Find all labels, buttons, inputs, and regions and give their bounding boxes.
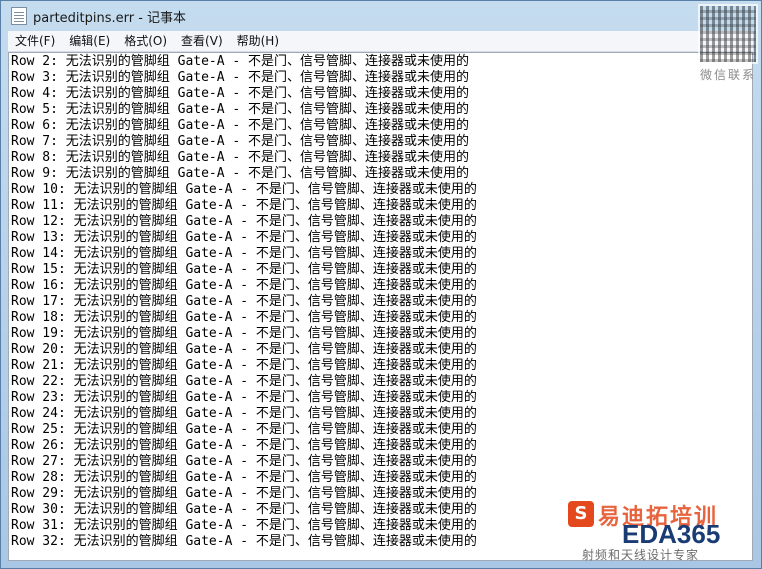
text-line: Row 20: 无法识别的管脚组 Gate-A - 不是门、信号管脚、连接器或未… (11, 342, 477, 357)
text-line: Row 30: 无法识别的管脚组 Gate-A - 不是门、信号管脚、连接器或未… (11, 502, 477, 517)
notepad-window: parteditpins.err - 记事本 文件(F) 编辑(E) 格式(O)… (0, 0, 762, 569)
text-line: Row 13: 无法识别的管脚组 Gate-A - 不是门、信号管脚、连接器或未… (11, 230, 477, 245)
watermark-logo: S 易迪拓培训 EDA365 射频和天线设计专家 (568, 497, 754, 563)
qr-code-icon (698, 4, 758, 64)
text-line: Row 7: 无法识别的管脚组 Gate-A - 不是门、信号管脚、连接器或未使… (11, 134, 470, 149)
text-line: Row 8: 无法识别的管脚组 Gate-A - 不是门、信号管脚、连接器或未使… (11, 150, 470, 165)
text-line: Row 16: 无法识别的管脚组 Gate-A - 不是门、信号管脚、连接器或未… (11, 278, 477, 293)
logo-s-icon: S (568, 501, 594, 527)
watermark-tagline: 射频和天线设计专家 (582, 548, 700, 562)
text-line: Row 28: 无法识别的管脚组 Gate-A - 不是门、信号管脚、连接器或未… (11, 470, 477, 485)
menu-help[interactable]: 帮助(H) (230, 31, 286, 51)
text-line: Row 14: 无法识别的管脚组 Gate-A - 不是门、信号管脚、连接器或未… (11, 246, 477, 261)
text-line: Row 4: 无法识别的管脚组 Gate-A - 不是门、信号管脚、连接器或未使… (11, 86, 470, 101)
text-line: Row 17: 无法识别的管脚组 Gate-A - 不是门、信号管脚、连接器或未… (11, 294, 477, 309)
text-line: Row 18: 无法识别的管脚组 Gate-A - 不是门、信号管脚、连接器或未… (11, 310, 477, 325)
text-line: Row 9: 无法识别的管脚组 Gate-A - 不是门、信号管脚、连接器或未使… (11, 166, 470, 181)
text-line: Row 3: 无法识别的管脚组 Gate-A - 不是门、信号管脚、连接器或未使… (11, 70, 470, 85)
text-line: Row 5: 无法识别的管脚组 Gate-A - 不是门、信号管脚、连接器或未使… (11, 102, 470, 117)
text-line: Row 15: 无法识别的管脚组 Gate-A - 不是门、信号管脚、连接器或未… (11, 262, 477, 277)
text-line: Row 10: 无法识别的管脚组 Gate-A - 不是门、信号管脚、连接器或未… (11, 182, 477, 197)
text-lines: Row 2: 无法识别的管脚组 Gate-A - 不是门、信号管脚、连接器或未使… (11, 54, 477, 550)
text-line: Row 21: 无法识别的管脚组 Gate-A - 不是门、信号管脚、连接器或未… (11, 358, 477, 373)
menu-view[interactable]: 查看(V) (174, 31, 230, 51)
text-line: Row 11: 无法识别的管脚组 Gate-A - 不是门、信号管脚、连接器或未… (11, 198, 477, 213)
text-line: Row 2: 无法识别的管脚组 Gate-A - 不是门、信号管脚、连接器或未使… (11, 54, 470, 69)
text-line: Row 23: 无法识别的管脚组 Gate-A - 不是门、信号管脚、连接器或未… (11, 390, 477, 405)
text-line: Row 12: 无法识别的管脚组 Gate-A - 不是门、信号管脚、连接器或未… (11, 214, 477, 229)
menu-edit[interactable]: 编辑(E) (62, 31, 117, 51)
title-bar[interactable]: parteditpins.err - 记事本 (1, 1, 761, 31)
text-line: Row 19: 无法识别的管脚组 Gate-A - 不是门、信号管脚、连接器或未… (11, 326, 477, 341)
text-line: Row 26: 无法识别的管脚组 Gate-A - 不是门、信号管脚、连接器或未… (11, 438, 477, 453)
text-line: Row 32: 无法识别的管脚组 Gate-A - 不是门、信号管脚、连接器或未… (11, 534, 477, 549)
notepad-icon (11, 7, 27, 25)
text-line: Row 25: 无法识别的管脚组 Gate-A - 不是门、信号管脚、连接器或未… (11, 422, 477, 437)
text-line: Row 31: 无法识别的管脚组 Gate-A - 不是门、信号管脚、连接器或未… (11, 518, 477, 533)
text-editor-area[interactable]: Row 2: 无法识别的管脚组 Gate-A - 不是门、信号管脚、连接器或未使… (8, 52, 753, 561)
menu-bar: 文件(F) 编辑(E) 格式(O) 查看(V) 帮助(H) (8, 31, 753, 52)
text-line: Row 29: 无法识别的管脚组 Gate-A - 不是门、信号管脚、连接器或未… (11, 486, 477, 501)
window-title: parteditpins.err - 记事本 (33, 10, 187, 26)
text-line: Row 6: 无法识别的管脚组 Gate-A - 不是门、信号管脚、连接器或未使… (11, 118, 470, 133)
text-line: Row 24: 无法识别的管脚组 Gate-A - 不是门、信号管脚、连接器或未… (11, 406, 477, 421)
menu-file[interactable]: 文件(F) (8, 31, 62, 51)
text-line: Row 27: 无法识别的管脚组 Gate-A - 不是门、信号管脚、连接器或未… (11, 454, 477, 469)
text-line: Row 22: 无法识别的管脚组 Gate-A - 不是门、信号管脚、连接器或未… (11, 374, 477, 389)
qr-label: 微信联系 (699, 68, 756, 82)
menu-format[interactable]: 格式(O) (117, 31, 174, 51)
